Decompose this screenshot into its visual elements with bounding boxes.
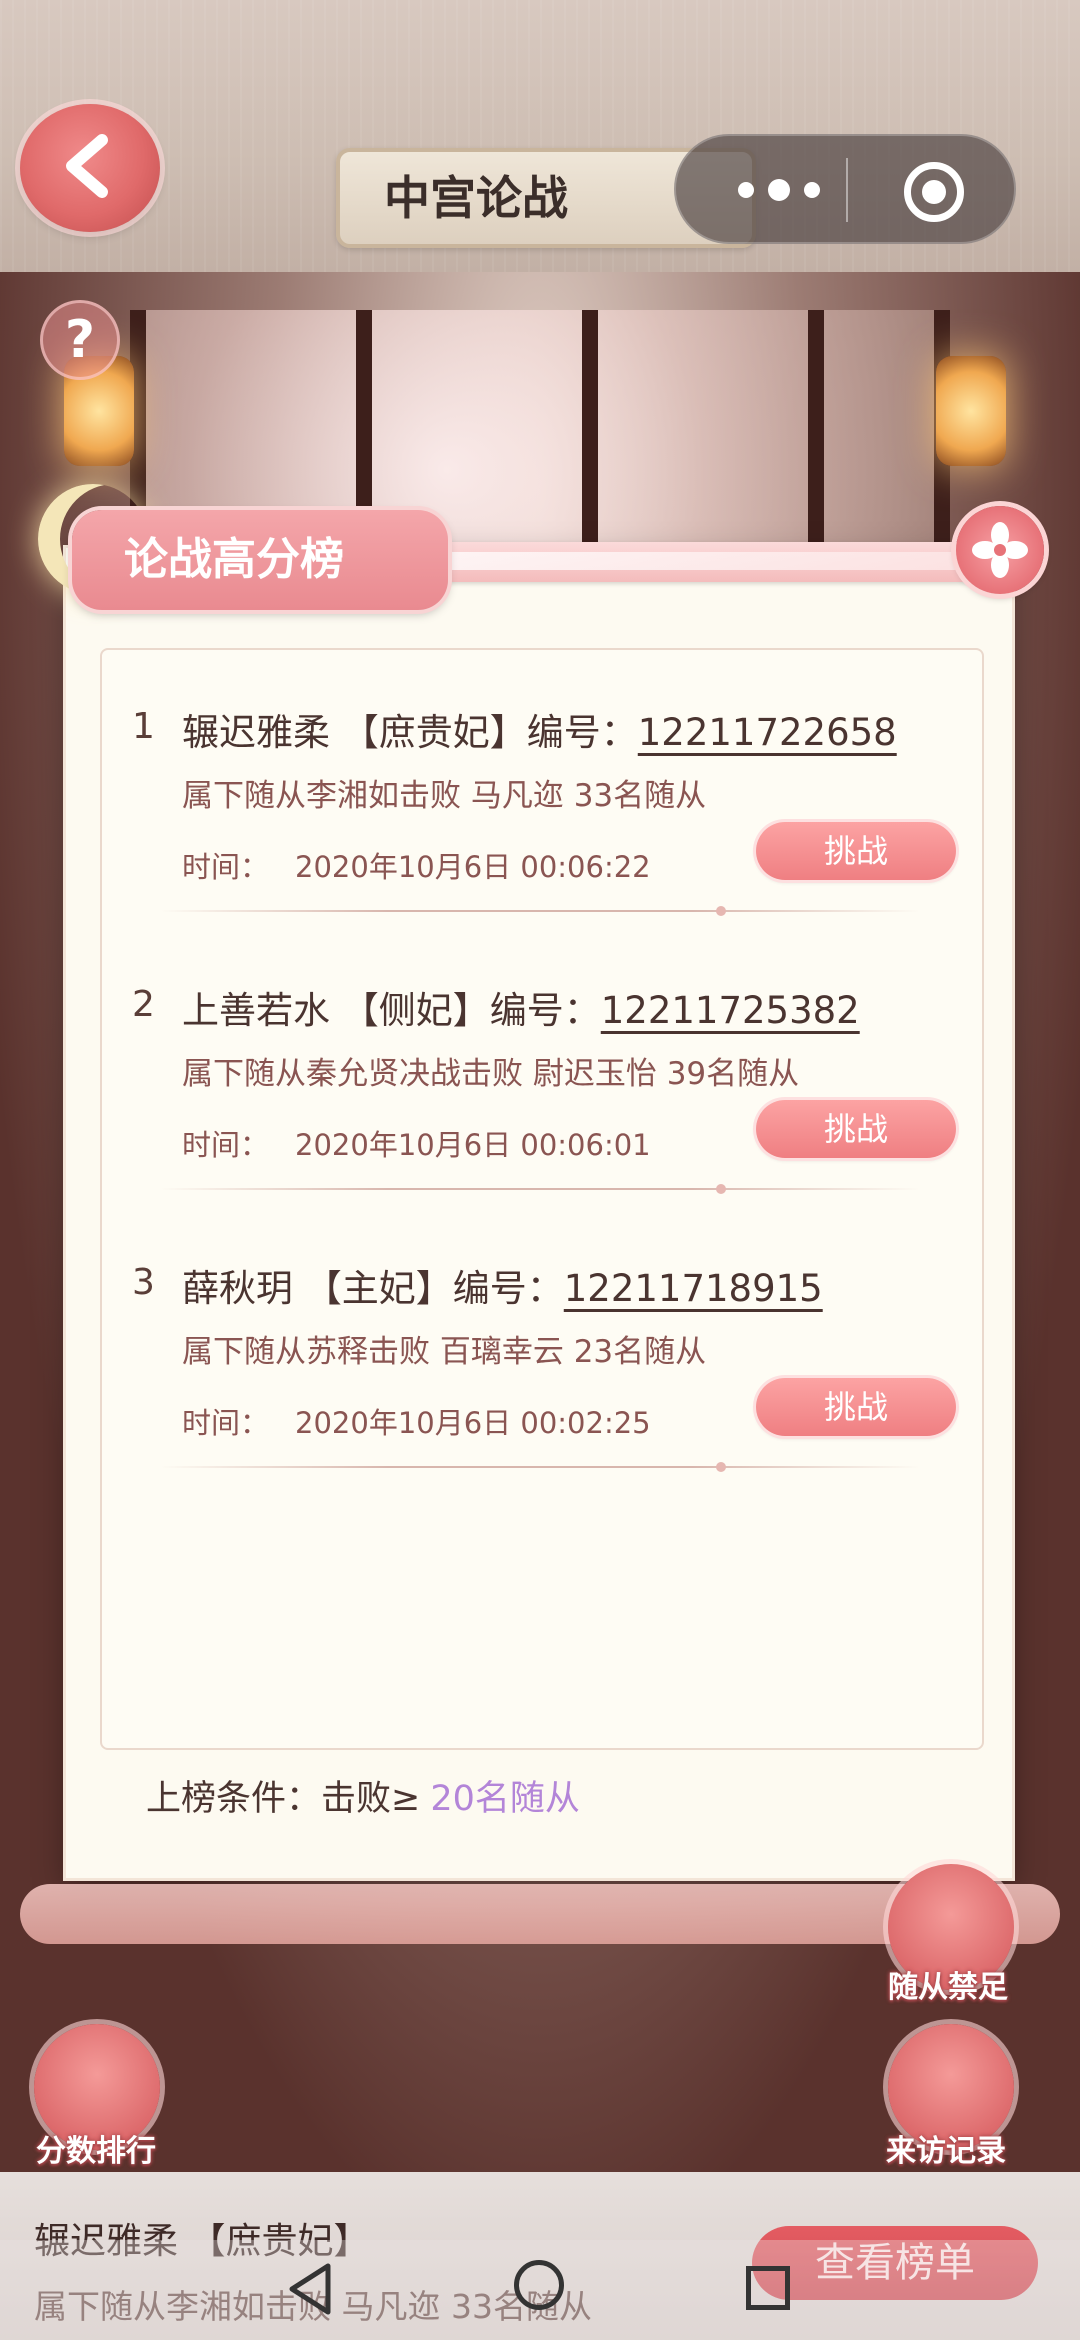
- entry-time-label: 时间：: [182, 1406, 270, 1440]
- chevron-left-icon: [66, 134, 108, 198]
- entry-description: 属下随从李湘如击败 马凡迩 33名随从: [182, 778, 707, 814]
- challenge-button[interactable]: 挑战: [756, 1378, 956, 1436]
- leaderboard-entry: 2 上善若水 【侧妃】编号：12211725382 属下随从秦允贤决战击败 尉迟…: [100, 926, 984, 1196]
- nav-recent-icon[interactable]: [746, 2266, 790, 2310]
- entry-time-value: 2020年10月6日 00:02:25: [295, 1406, 651, 1440]
- panel-top-rail: [380, 542, 1000, 582]
- lantern-right-decoration: [936, 356, 1006, 466]
- entry-name-rank: 薛秋玥 【主妃】编号：: [182, 1267, 564, 1310]
- challenge-button[interactable]: 挑战: [756, 1100, 956, 1158]
- nav-home-icon[interactable]: [514, 2260, 564, 2310]
- condition-value: 20名随从: [430, 1779, 580, 1819]
- close-button[interactable]: [956, 506, 1044, 594]
- follower-ban-label: 随从禁足: [888, 1970, 1008, 2005]
- flower-close-icon: [972, 522, 1028, 578]
- question-icon: ?: [64, 310, 96, 370]
- entry-description: 属下随从秦允贤决战击败 尉迟玉怡 39名随从: [182, 1056, 800, 1092]
- entry-time-value: 2020年10月6日 00:06:01: [295, 1128, 651, 1162]
- entry-rank: 1: [132, 706, 155, 747]
- visit-record-label: 来访记录: [886, 2134, 1006, 2169]
- entry-description: 属下随从苏释击败 百璃幸云 23名随从: [182, 1334, 707, 1370]
- system-nav-bar: [0, 2240, 1080, 2340]
- entry-name-rank: 辗迟雅柔 【庶贵妃】编号：: [182, 711, 638, 754]
- more-dots-icon[interactable]: [724, 170, 834, 210]
- entry-time-label: 时间：: [182, 1128, 270, 1162]
- entry-header: 上善若水 【侧妃】编号：12211725382: [182, 980, 860, 1034]
- nav-back-icon[interactable]: [286, 2262, 334, 2316]
- ranking-condition: 上榜条件：击败≥ 20名随从: [146, 1770, 580, 1821]
- entry-id-link[interactable]: 12211722658: [638, 711, 897, 754]
- mini-program-capsule: [674, 134, 1016, 244]
- help-button[interactable]: ?: [40, 300, 120, 380]
- leaderboard-entry: 3 薛秋玥 【主妃】编号：12211718915 属下随从苏释击败 百璃幸云 2…: [100, 1204, 984, 1474]
- entry-time-label: 时间：: [182, 850, 270, 884]
- leaderboard-entry: 1 辗迟雅柔 【庶贵妃】编号：12211722658 属下随从李湘如击败 马凡迩…: [100, 648, 984, 918]
- entry-divider: [160, 1184, 920, 1194]
- entry-time: 时间： 2020年10月6日 00:06:22: [182, 844, 651, 886]
- panel-title-tab: 论战高分榜: [72, 510, 448, 610]
- entry-rank: 3: [132, 1262, 155, 1303]
- entry-name-rank: 上善若水 【侧妃】编号：: [182, 989, 601, 1032]
- condition-label: 上榜条件：击败≥: [146, 1779, 421, 1819]
- challenge-button[interactable]: 挑战: [756, 822, 956, 880]
- entry-time-value: 2020年10月6日 00:06:22: [295, 850, 651, 884]
- back-button[interactable]: [20, 104, 160, 232]
- entry-time: 时间： 2020年10月6日 00:06:01: [182, 1122, 651, 1164]
- entry-id-link[interactable]: 12211718915: [564, 1267, 823, 1310]
- entry-divider: [160, 906, 920, 916]
- entry-rank: 2: [132, 984, 155, 1025]
- entry-id-link[interactable]: 12211725382: [601, 989, 860, 1032]
- target-icon[interactable]: [904, 162, 964, 222]
- entry-divider: [160, 1462, 920, 1472]
- capsule-divider: [846, 158, 848, 222]
- score-rank-label: 分数排行: [36, 2134, 156, 2169]
- entry-header: 辗迟雅柔 【庶贵妃】编号：12211722658: [182, 702, 897, 756]
- entry-time: 时间： 2020年10月6日 00:02:25: [182, 1400, 651, 1442]
- entry-header: 薛秋玥 【主妃】编号：12211718915: [182, 1258, 823, 1312]
